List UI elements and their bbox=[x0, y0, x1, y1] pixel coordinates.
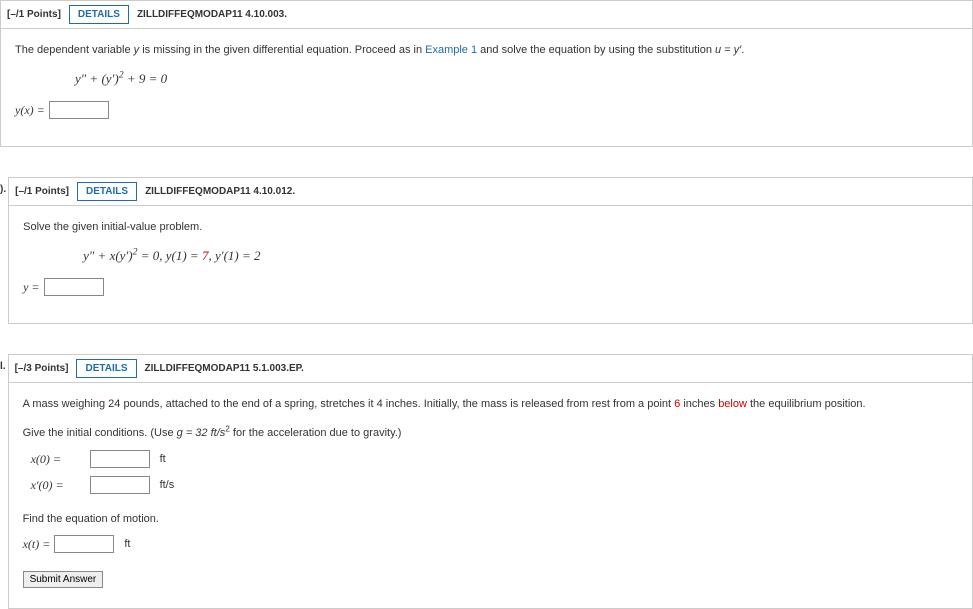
points-label: [–/3 Points] bbox=[15, 363, 69, 374]
item-prefix: ). bbox=[0, 177, 8, 195]
source-label: ZILLDIFFEQMODAP11 5.1.003.EP. bbox=[145, 363, 304, 374]
submit-answer-button[interactable]: Submit Answer bbox=[23, 571, 104, 588]
prompt-text-1: A mass weighing 24 pounds, attached to t… bbox=[23, 395, 958, 414]
prompt-text-2: Give the initial conditions. (Use g = 32… bbox=[23, 424, 958, 443]
source-label: ZILLDIFFEQMODAP11 4.10.012. bbox=[145, 186, 295, 197]
unit-ft: ft bbox=[124, 535, 130, 554]
xp0-label: x′(0) = bbox=[31, 475, 86, 495]
source-label: ZILLDIFFEQMODAP11 4.10.003. bbox=[137, 9, 287, 20]
question-header: [–/1 Points] DETAILS ZILLDIFFEQMODAP11 4… bbox=[1, 1, 972, 29]
details-button[interactable]: DETAILS bbox=[76, 359, 136, 378]
prompt-text-3: Find the equation of motion. bbox=[23, 510, 958, 529]
equation: y″ + (y′)2 + 9 = 0 bbox=[75, 68, 958, 90]
answer-label: y(x) = bbox=[15, 100, 45, 120]
question-header: [–/3 Points] DETAILS ZILLDIFFEQMODAP11 5… bbox=[9, 355, 972, 383]
details-button[interactable]: DETAILS bbox=[77, 182, 137, 201]
example-link[interactable]: Example 1 bbox=[425, 44, 477, 56]
prompt-text: Solve the given initial-value problem. bbox=[23, 218, 958, 237]
item-prefix: l. bbox=[0, 354, 8, 372]
xt-label: x(t) = bbox=[23, 534, 51, 554]
details-button[interactable]: DETAILS bbox=[69, 5, 129, 24]
answer-input-xp0[interactable] bbox=[90, 476, 150, 494]
answer-input-x0[interactable] bbox=[90, 450, 150, 468]
question-header: [–/1 Points] DETAILS ZILLDIFFEQMODAP11 4… bbox=[9, 178, 972, 206]
prompt-text: The dependent variable y is missing in t… bbox=[15, 41, 958, 60]
answer-input-y[interactable] bbox=[44, 278, 104, 296]
answer-input-y[interactable] bbox=[49, 101, 109, 119]
unit-ft: ft bbox=[160, 450, 166, 469]
unit-fts: ft/s bbox=[160, 476, 175, 495]
x0-label: x(0) = bbox=[31, 449, 86, 469]
equation: y″ + x(y′)2 = 0, y(1) = 7, y′(1) = 2 bbox=[83, 245, 958, 267]
answer-input-xt[interactable] bbox=[54, 535, 114, 553]
points-label: [–/1 Points] bbox=[15, 186, 69, 197]
points-label: [–/1 Points] bbox=[7, 9, 61, 20]
answer-label: y = bbox=[23, 277, 39, 297]
